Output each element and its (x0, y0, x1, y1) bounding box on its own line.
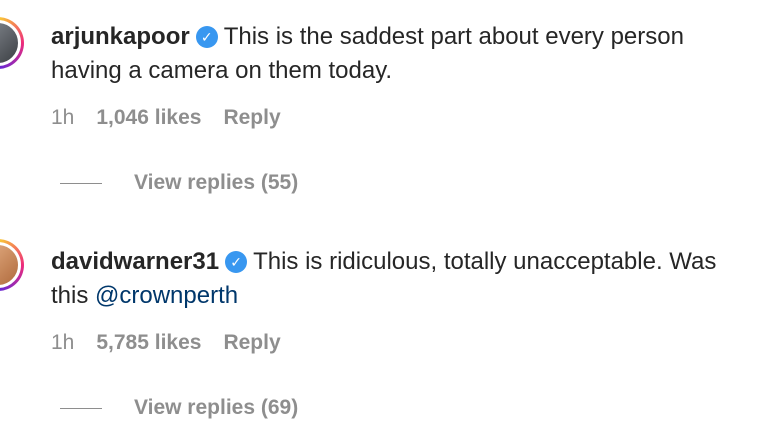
reply-button[interactable]: Reply (223, 106, 280, 130)
mention-link[interactable]: @crownperth (95, 282, 238, 309)
comment-time: 1h (51, 106, 75, 129)
verified-badge-icon: ✓ (195, 26, 218, 48)
comment-time: 1h (51, 331, 75, 354)
avatar-davidwarner31[interactable] (0, 239, 24, 291)
likes-count[interactable]: 5,785 likes (96, 331, 201, 355)
comment-body: arjunkapoor ✓ This is the saddest part abo… (51, 20, 760, 88)
likes-count[interactable]: 1,046 likes (96, 106, 201, 130)
comment-meta: 1h 5,785 likes Reply (51, 331, 281, 355)
comment-meta: 1h 1,046 likes Reply (51, 106, 281, 130)
view-replies-label: View replies (55) (134, 171, 299, 194)
view-replies-button[interactable]: View replies (69) (60, 396, 298, 420)
reply-button[interactable]: Reply (223, 331, 280, 355)
view-replies-label: View replies (69) (134, 396, 299, 419)
comment-body: davidwarner31 ✓ This is ridiculous, totall… (51, 245, 760, 313)
verified-badge-icon: ✓ (225, 251, 248, 273)
replies-divider (60, 407, 102, 409)
username-link[interactable]: davidwarner31 (51, 248, 219, 275)
username-link[interactable]: arjunkapoor (51, 23, 190, 50)
view-replies-button[interactable]: View replies (55) (60, 171, 298, 195)
replies-divider (60, 182, 102, 184)
avatar-arjunkapoor[interactable] (0, 17, 24, 69)
